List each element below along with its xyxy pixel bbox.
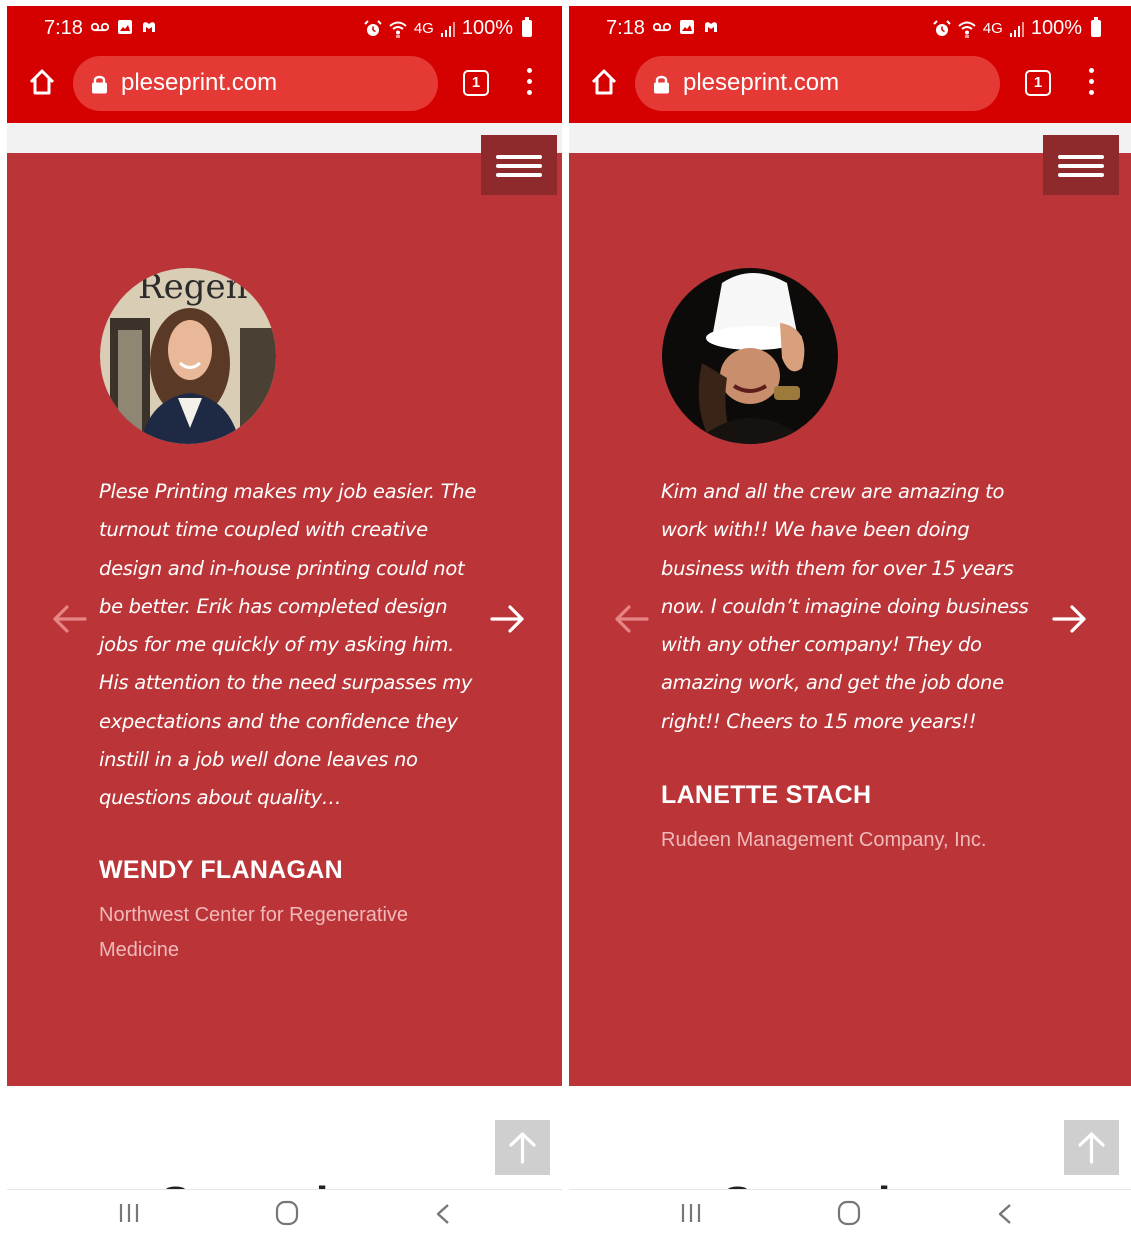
tab-switcher-icon[interactable]: 1 (463, 70, 489, 96)
status-bar: 7:18 4G 100% (569, 6, 1131, 52)
testimonial-quote: Plese Printing makes my job easier. The … (99, 480, 477, 810)
status-notification-icons (91, 19, 157, 35)
url-text: pleseprint.com (683, 69, 840, 96)
alarm-icon (364, 19, 382, 36)
avatar-photo: Regen (100, 268, 276, 444)
testimonial-section: Regen Plese Printing makes my job easier… (7, 135, 562, 1086)
address-bar[interactable]: pleseprint.com (73, 56, 438, 111)
network-type: 4G (982, 20, 1003, 37)
arrow-right-icon[interactable] (490, 603, 526, 635)
page-top-strip (7, 123, 562, 153)
testimonial-section: Kim and all the crew are amazing to work… (569, 135, 1131, 1086)
tab-switcher-icon[interactable]: 1 (1025, 70, 1051, 96)
status-notification-icons (653, 19, 719, 35)
arrow-right-icon[interactable] (1052, 603, 1088, 635)
recent-apps-icon[interactable] (679, 1202, 703, 1224)
overflow-menu-icon[interactable] (1089, 68, 1097, 96)
gallery-icon (680, 20, 694, 34)
testimonial-company: Rudeen Management Company, Inc. (661, 829, 987, 851)
phone-screen-right: 7:18 4G 100% pleseprint.com 1 Kim and al… (569, 0, 1131, 1235)
battery-icon (522, 17, 532, 37)
status-system-icons: 4G 100% (364, 17, 532, 40)
nav-home-icon[interactable] (275, 1200, 299, 1226)
address-bar[interactable]: pleseprint.com (635, 56, 1000, 111)
hamburger-menu-icon[interactable] (481, 135, 557, 195)
battery-icon (1091, 17, 1101, 37)
testimonial-quote: Kim and all the crew are amazing to work… (661, 480, 1029, 733)
hamburger-menu-icon[interactable] (1043, 135, 1119, 195)
malwarebytes-icon (143, 22, 155, 32)
avatar-photo (662, 268, 838, 444)
arrow-up-icon[interactable] (1064, 1120, 1119, 1175)
testimonial-company: Northwest Center for Regenerative Medici… (99, 904, 409, 961)
section-heading-partial: Servi (722, 1170, 892, 1189)
wifi-icon (958, 21, 976, 38)
status-time: 7:18 (606, 17, 645, 39)
phone-screen-left: 7:18 4G 100% pleseprint.com 1 Regen Ples… (0, 0, 562, 1235)
browser-toolbar: pleseprint.com 1 (7, 52, 562, 123)
overflow-menu-icon[interactable] (527, 68, 535, 96)
nav-back-icon[interactable] (997, 1203, 1013, 1225)
browser-toolbar: pleseprint.com 1 (569, 52, 1131, 123)
screen-divider (562, 0, 569, 1235)
avatar-sign-text: Regen (138, 268, 248, 307)
url-text: pleseprint.com (121, 69, 278, 96)
malwarebytes-icon (705, 22, 717, 32)
nav-home-icon[interactable] (837, 1200, 861, 1226)
status-bar: 7:18 4G 100% (7, 6, 562, 52)
signal-icon (1009, 21, 1024, 37)
testimonial-name: LANETTE STACH (661, 781, 872, 809)
home-icon[interactable] (27, 67, 57, 97)
alarm-icon (933, 19, 951, 36)
system-nav-bar (7, 1189, 562, 1235)
home-icon[interactable] (589, 67, 619, 97)
battery-level: 100% (461, 17, 513, 39)
wifi-icon (389, 21, 407, 38)
network-type: 4G (413, 20, 434, 37)
status-time: 7:18 (44, 17, 83, 39)
section-heading-partial: Servi (160, 1170, 330, 1189)
system-nav-bar (569, 1189, 1131, 1235)
signal-icon (440, 21, 455, 37)
arrow-left-icon[interactable] (51, 603, 87, 635)
nav-back-icon[interactable] (435, 1203, 451, 1225)
lock-icon (92, 75, 107, 94)
testimonial-avatar: Regen (100, 268, 276, 444)
testimonial-avatar (662, 268, 838, 444)
battery-level: 100% (1030, 17, 1082, 39)
arrow-left-icon[interactable] (613, 603, 649, 635)
arrow-up-icon[interactable] (495, 1120, 550, 1175)
voicemail-icon (653, 22, 671, 32)
status-system-icons: 4G 100% (933, 17, 1101, 40)
voicemail-icon (91, 22, 109, 32)
lock-icon (654, 75, 669, 94)
gallery-icon (118, 20, 132, 34)
testimonial-name: WENDY FLANAGAN (99, 856, 344, 884)
recent-apps-icon[interactable] (117, 1202, 141, 1224)
